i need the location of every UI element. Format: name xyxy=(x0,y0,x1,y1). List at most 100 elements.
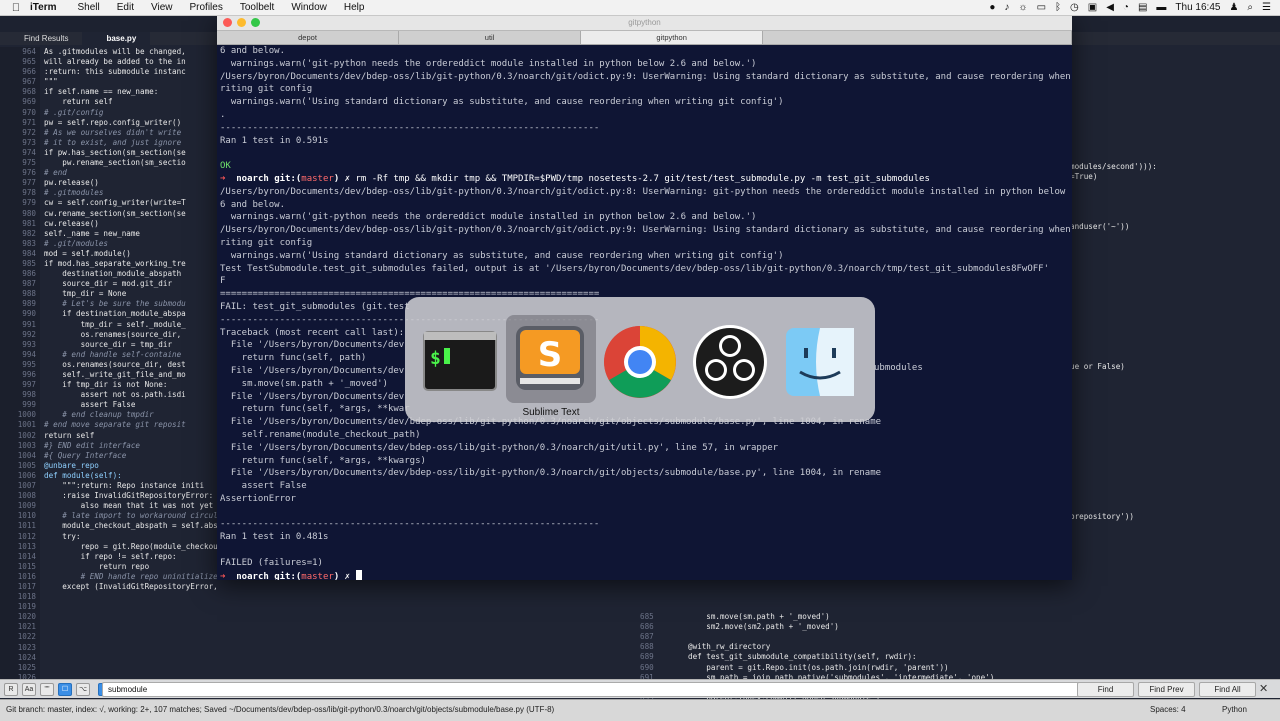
tab-base-py[interactable]: base.py xyxy=(82,32,151,45)
svg-text:S: S xyxy=(538,335,563,375)
user-icon[interactable]: ♟ xyxy=(1229,2,1238,13)
prompt-branch: master xyxy=(301,571,334,580)
line-number: 965 xyxy=(22,57,36,67)
line-number: 991 xyxy=(22,319,36,329)
terminal-partial-text: ubmodules xyxy=(874,363,923,373)
iterm-icon[interactable]: $ xyxy=(420,322,500,402)
indentation-setting[interactable]: Spaces: 4 xyxy=(1150,705,1186,714)
line-number: 1001 xyxy=(17,420,36,430)
terminal-prompt: ➜ noarch git:(master) ✗ xyxy=(220,569,1070,580)
tab-util[interactable]: util xyxy=(399,31,582,44)
line-number: 1018 xyxy=(17,592,36,602)
zoom-button[interactable] xyxy=(251,18,260,27)
tab-gitpython[interactable]: gitpython xyxy=(581,31,764,44)
find-input[interactable]: submodule xyxy=(102,682,1079,697)
code-line: :raise InvalidGitRepositoryError: xyxy=(44,491,214,501)
line-number: 966 xyxy=(22,67,36,77)
terminal-line: riting git config xyxy=(220,84,313,95)
time-machine-icon[interactable]: ◷ xyxy=(1070,2,1079,13)
line-number: 970 xyxy=(22,107,36,117)
line-number: 967 xyxy=(22,77,36,87)
menu-toolbelt[interactable]: Toolbelt xyxy=(240,2,274,13)
clock[interactable]: Thu 16:45 xyxy=(1175,2,1220,13)
bell-icon[interactable]: ♪ xyxy=(1004,2,1009,13)
line-number: 964 xyxy=(22,47,36,56)
list-icon[interactable]: ☰ xyxy=(1262,2,1271,13)
menu-help[interactable]: Help xyxy=(344,2,365,13)
line-number: 990 xyxy=(22,309,36,319)
line-number: 1008 xyxy=(17,491,36,501)
menu-edit[interactable]: Edit xyxy=(117,2,134,13)
line-number: 686 xyxy=(640,622,654,632)
line-number: 1006 xyxy=(17,470,36,480)
line-number: 973 xyxy=(22,137,36,147)
iterm-titlebar: gitpython xyxy=(217,15,1072,31)
volume-icon[interactable]: ◀ xyxy=(1106,2,1114,13)
prompt-arrow-icon: ➜ xyxy=(220,173,237,184)
menu-window[interactable]: Window xyxy=(291,2,327,13)
display-icon[interactable]: ▣ xyxy=(1088,2,1097,13)
bluetooth-icon[interactable]: ᛒ xyxy=(1055,2,1061,13)
case-toggle[interactable]: Aa xyxy=(22,682,36,696)
status-icon[interactable]: ● xyxy=(989,2,995,13)
code-line: repo = git.Repo(module_checkout_abspath) xyxy=(80,541,219,551)
menu-view[interactable]: View xyxy=(151,2,173,13)
code-fragment: brepository')) xyxy=(1070,512,1135,521)
iterm-tab-bar: depot util gitpython xyxy=(217,31,1072,45)
spotlight-icon[interactable]: ⌕ xyxy=(1247,2,1253,13)
obs-icon[interactable] xyxy=(690,322,770,402)
minimize-button[interactable] xyxy=(237,18,246,27)
sublime-text-icon[interactable]: S xyxy=(510,322,590,402)
in-selection-toggle[interactable]: ⌥ xyxy=(76,682,90,696)
line-number: 1011 xyxy=(17,521,36,531)
terminal-line: Ran 1 test in 0.481s xyxy=(220,532,329,543)
line-number: 983 xyxy=(22,238,36,248)
lamp-icon[interactable]: ☼ xyxy=(1018,2,1027,13)
code-line: As .gitmodules will be changed, xyxy=(44,47,186,56)
line-number: 1000 xyxy=(17,410,36,420)
terminal-line: assert False xyxy=(220,481,307,492)
status-bar: Git branch: master, index: √, working: 2… xyxy=(0,699,1280,721)
regex-toggle[interactable]: R xyxy=(4,682,18,696)
tab-find-results[interactable]: Find Results xyxy=(0,32,82,45)
prompt-dirty: ) ✗ xyxy=(333,571,351,580)
close-find-icon[interactable]: ✕ xyxy=(1259,682,1268,695)
menu-shell[interactable]: Shell xyxy=(78,2,100,13)
find-prev-button[interactable]: Find Prev xyxy=(1138,682,1195,697)
tab-depot[interactable]: depot xyxy=(217,31,400,44)
battery-icon[interactable]: ▬ xyxy=(1156,2,1166,13)
syntax-setting[interactable]: Python xyxy=(1222,705,1247,714)
line-number: 999 xyxy=(22,400,36,410)
terminal-line: warnings.warn('Using standard dictionary… xyxy=(220,250,784,261)
code-line: @unbare_repo xyxy=(44,460,99,470)
code-line: cw = self.config_writer(write=T xyxy=(44,198,186,208)
close-button[interactable] xyxy=(223,18,232,27)
code-line: will already be added to the in xyxy=(44,57,186,67)
code-line: parent = git.Repo.init(os.path.join(rwdi… xyxy=(688,662,949,672)
line-number: 996 xyxy=(22,370,36,379)
flag-icon[interactable]: ▤ xyxy=(1138,2,1147,13)
wifi-icon[interactable]: ◔ xyxy=(1123,2,1129,13)
line-number: 1002 xyxy=(17,430,36,440)
chrome-icon[interactable] xyxy=(600,322,680,402)
screen-icon[interactable]: ▭ xyxy=(1037,2,1046,13)
whole-word-toggle[interactable]: "" xyxy=(40,682,54,696)
line-number: 982 xyxy=(22,228,36,238)
find-button[interactable]: Find xyxy=(1077,682,1134,697)
line-number: 980 xyxy=(22,208,36,218)
wrap-toggle[interactable]: ☐ xyxy=(58,682,72,696)
line-number: 1012 xyxy=(17,531,36,541)
apple-icon[interactable]:  xyxy=(10,2,22,14)
code-line: # As we ourselves didn't write xyxy=(44,127,182,137)
find-all-button[interactable]: Find All xyxy=(1199,682,1256,697)
finder-icon[interactable] xyxy=(780,322,860,402)
code-fragment: ue or False) xyxy=(1070,362,1125,371)
menu-app-name[interactable]: iTerm xyxy=(30,2,57,13)
line-number: 1010 xyxy=(17,511,36,521)
code-editor[interactable]: As .gitmodules will be changed, will alre… xyxy=(44,47,219,689)
line-number: 987 xyxy=(22,279,36,289)
line-number: 994 xyxy=(22,349,36,359)
code-line: assert not os.path.isdi xyxy=(44,390,186,400)
menu-profiles[interactable]: Profiles xyxy=(189,2,222,13)
line-number: 974 xyxy=(22,147,36,157)
